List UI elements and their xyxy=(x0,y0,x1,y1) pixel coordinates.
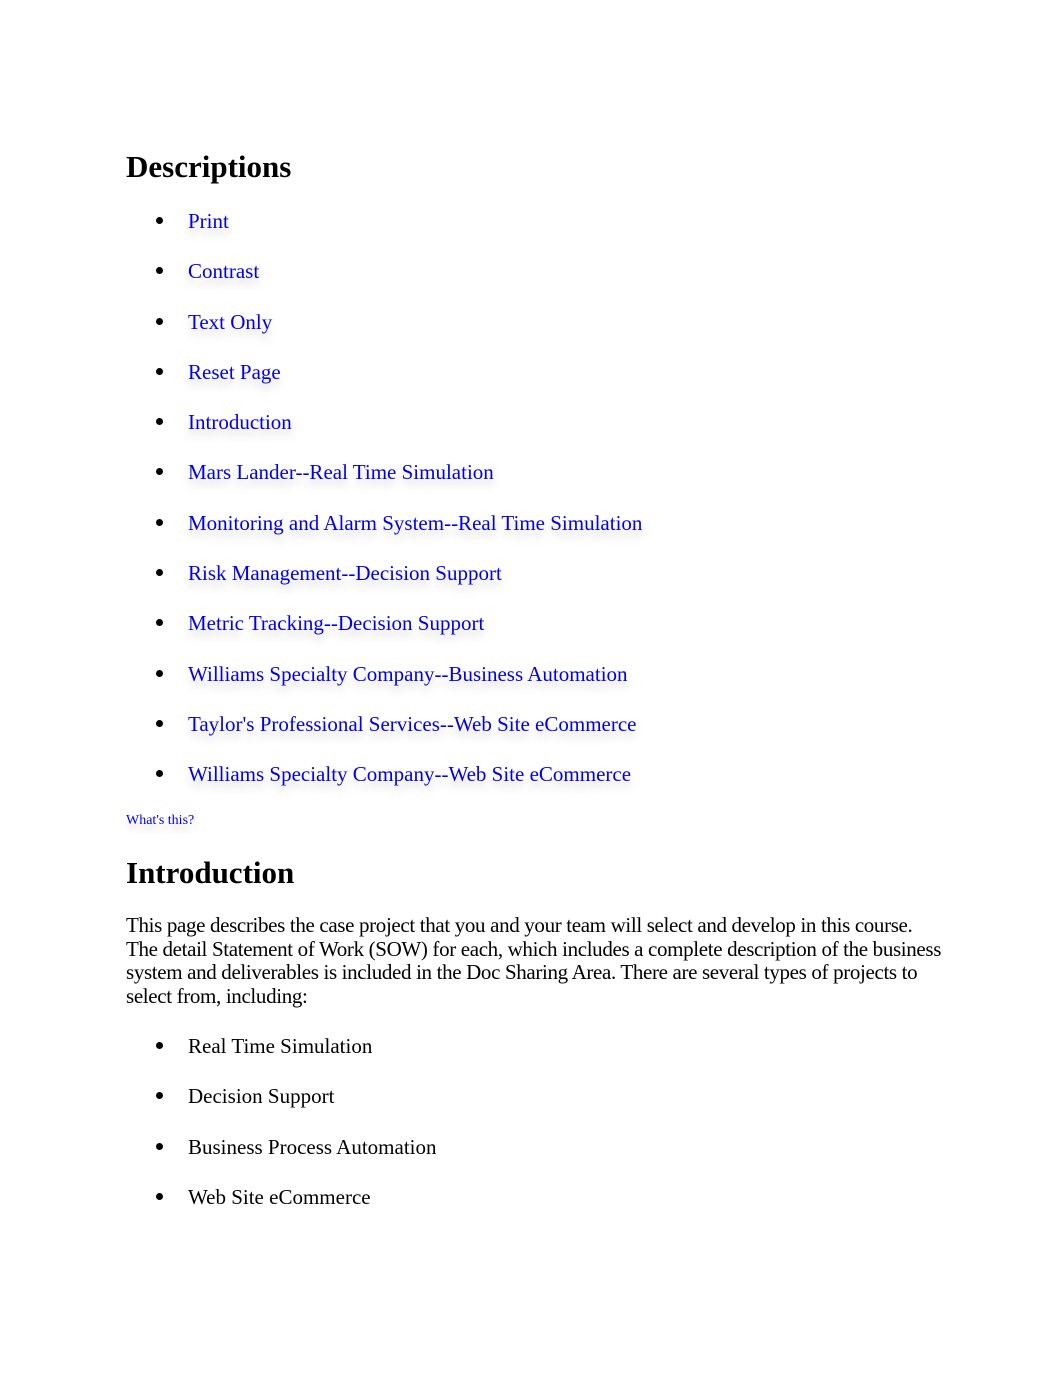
bullet-icon xyxy=(156,468,163,476)
list-item: Williams Specialty Company--Web Site eCo… xyxy=(126,760,642,810)
bullet-icon xyxy=(156,569,163,577)
list-item: Web Site eCommerce xyxy=(126,1183,437,1233)
metric-tracking-link[interactable]: Metric Tracking--Decision Support xyxy=(188,611,484,635)
project-type-label: Web Site eCommerce xyxy=(188,1184,371,1209)
bullet-icon xyxy=(156,1042,163,1049)
bullet-icon xyxy=(156,719,163,727)
text-only-link[interactable]: Text Only xyxy=(188,310,272,334)
list-item: Introduction xyxy=(126,408,642,458)
bullet-icon xyxy=(156,317,163,325)
list-item: Williams Specialty Company--Business Aut… xyxy=(126,660,642,710)
list-item: Mars Lander--Real Time Simulation xyxy=(126,458,642,508)
bullet-icon xyxy=(156,619,163,627)
introduction-paragraph: This page describes the case project tha… xyxy=(126,913,942,1008)
list-item: Taylor's Professional Services--Web Site… xyxy=(126,710,642,760)
list-item: Monitoring and Alarm System--Real Time S… xyxy=(126,509,642,559)
list-item: Text Only xyxy=(126,308,642,358)
whats-this-link[interactable]: What's this? xyxy=(126,813,194,829)
mars-lander-link[interactable]: Mars Lander--Real Time Simulation xyxy=(188,460,494,484)
monitoring-alarm-link[interactable]: Monitoring and Alarm System--Real Time S… xyxy=(188,511,642,535)
contrast-link[interactable]: Contrast xyxy=(188,259,259,283)
introduction-heading: Introduction xyxy=(126,855,295,890)
bullet-icon xyxy=(156,518,163,526)
project-type-label: Business Process Automation xyxy=(188,1134,437,1159)
list-item: Metric Tracking--Decision Support xyxy=(126,609,642,659)
bullet-icon xyxy=(156,669,163,677)
bullet-icon xyxy=(156,1092,163,1100)
taylors-web-ecommerce-link[interactable]: Taylor's Professional Services--Web Site… xyxy=(188,712,637,736)
bullet-icon xyxy=(156,1142,163,1150)
descriptions-link-list: Print Contrast Text Only Reset Page Intr… xyxy=(126,207,642,811)
williams-business-automation-link[interactable]: Williams Specialty Company--Business Aut… xyxy=(188,662,628,686)
list-item: Decision Support xyxy=(126,1082,437,1132)
bullet-icon xyxy=(156,367,163,375)
list-item: Reset Page xyxy=(126,358,642,408)
print-link[interactable]: Print xyxy=(188,209,229,233)
risk-management-link[interactable]: Risk Management--Decision Support xyxy=(188,561,502,585)
reset-page-link[interactable]: Reset Page xyxy=(188,360,281,384)
introduction-link[interactable]: Introduction xyxy=(188,410,292,434)
project-types-list: Real Time Simulation Decision Support Bu… xyxy=(126,1032,437,1233)
list-item: Business Process Automation xyxy=(126,1133,437,1183)
bullet-icon xyxy=(156,1192,163,1200)
project-type-label: Real Time Simulation xyxy=(188,1034,373,1058)
bullet-icon xyxy=(156,418,163,426)
list-item: Print xyxy=(126,207,642,257)
descriptions-heading: Descriptions xyxy=(126,149,292,184)
project-type-label: Decision Support xyxy=(188,1084,335,1109)
list-item: Risk Management--Decision Support xyxy=(126,559,642,609)
list-item: Real Time Simulation xyxy=(126,1032,437,1082)
williams-web-ecommerce-link[interactable]: Williams Specialty Company--Web Site eCo… xyxy=(188,762,631,786)
list-item: Contrast xyxy=(126,257,642,307)
bullet-icon xyxy=(156,217,163,224)
bullet-icon xyxy=(156,770,163,778)
bullet-icon xyxy=(156,267,163,275)
